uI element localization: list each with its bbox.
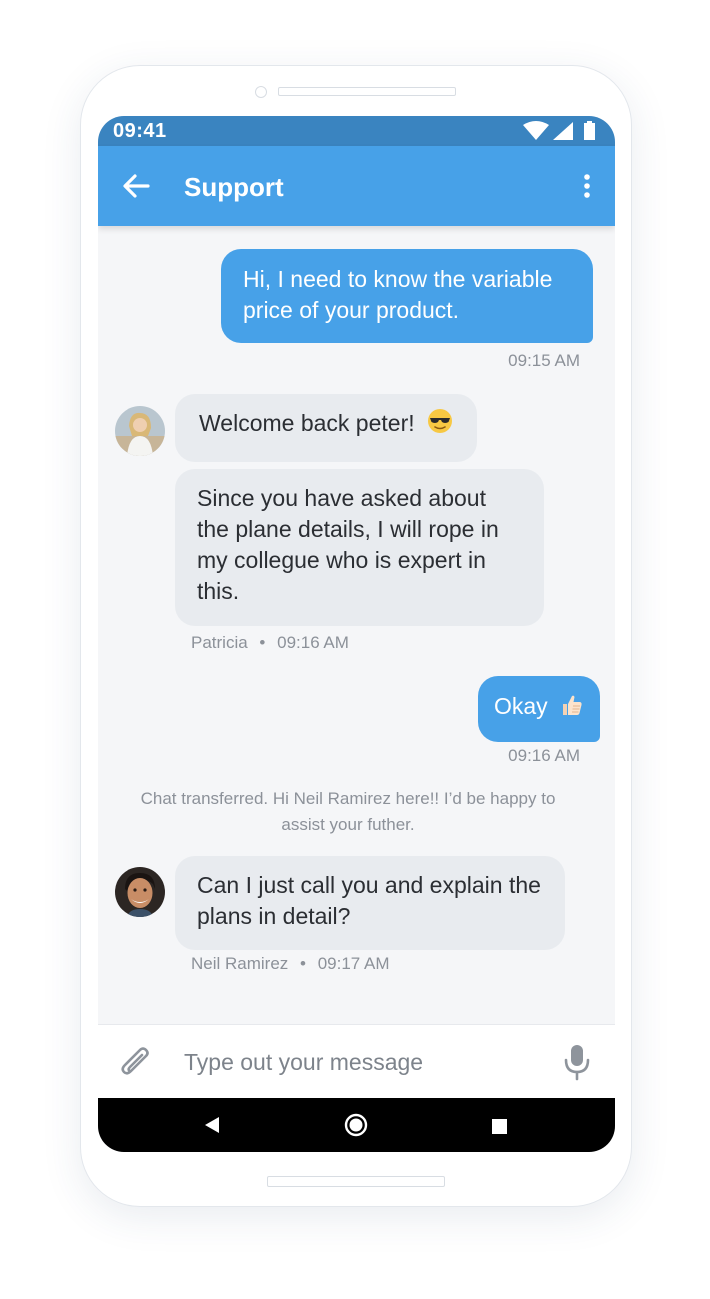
composer-bar — [98, 1024, 615, 1099]
message-time: 09:16 AM — [508, 746, 580, 766]
microphone-button[interactable] — [563, 1043, 591, 1083]
message-text: Hi, I need to know the variable price of… — [243, 266, 553, 323]
system-message-text: Chat transferred. Hi Neil Ramirez here!!… — [140, 789, 556, 834]
meta-separator: • — [259, 633, 266, 652]
sender-name: Patricia — [191, 633, 248, 652]
sunglasses-emoji-icon — [427, 408, 453, 442]
more-vertical-icon — [584, 174, 590, 198]
incoming-message[interactable]: Can I just call you and explain the plan… — [175, 856, 565, 950]
nav-home-icon[interactable] — [344, 1113, 368, 1137]
outgoing-message[interactable]: Hi, I need to know the variable price of… — [221, 249, 593, 343]
attach-button[interactable] — [118, 1043, 154, 1081]
avatar-neil-ramirez[interactable] — [115, 867, 165, 917]
status-icons-svg — [523, 121, 595, 140]
outgoing-message[interactable]: Okay — [478, 676, 601, 742]
message-text: Welcome back peter! — [199, 410, 415, 436]
paperclip-icon — [121, 1047, 149, 1075]
chat-area: Hi, I need to know the variable price of… — [98, 226, 615, 1024]
time-label: 09:16 AM — [277, 633, 349, 652]
patricia-photo — [115, 406, 165, 456]
message-text: Can I just call you and explain the plan… — [197, 872, 541, 929]
arrow-left-icon — [123, 174, 150, 198]
back-button[interactable] — [120, 172, 152, 200]
phone-frame: 09:41 Support Hi, I need to know the var… — [80, 65, 632, 1207]
hardware-home-indicator — [267, 1176, 445, 1187]
app-bar: Support — [98, 146, 615, 226]
message-text: Okay — [494, 693, 548, 719]
more-options-button[interactable] — [577, 172, 597, 202]
neil-photo — [115, 867, 165, 917]
thumbs-up-emoji-icon — [560, 693, 584, 725]
screen: 09:41 Support Hi, I need to know the var… — [98, 116, 615, 1152]
message-text: Since you have asked about the plane det… — [197, 485, 499, 604]
incoming-message[interactable]: Since you have asked about the plane det… — [175, 469, 544, 626]
android-nav-bar — [98, 1098, 615, 1152]
camera — [255, 86, 267, 98]
status-time: 09:41 — [113, 120, 167, 142]
chat-transfer-notice: Chat transferred. Hi Neil Ramirez here!!… — [138, 786, 558, 838]
time-label: 09:17 AM — [317, 954, 390, 973]
status-icons — [521, 120, 601, 147]
time-label: 09:15 AM — [508, 351, 580, 370]
incoming-message[interactable]: Welcome back peter! — [175, 394, 478, 462]
avatar-patricia[interactable] — [115, 406, 165, 456]
message-input[interactable] — [182, 1041, 546, 1083]
message-meta: Neil Ramirez • 09:17 AM — [191, 954, 390, 974]
wifi-icon — [523, 121, 549, 140]
page-title: Support — [184, 172, 284, 202]
message-meta: Patricia • 09:16 AM — [191, 633, 349, 653]
battery-icon — [584, 123, 595, 140]
nav-recent-apps-icon[interactable] — [492, 1119, 507, 1134]
sender-name: Neil Ramirez — [191, 954, 289, 973]
status-bar: 09:41 — [98, 116, 615, 146]
microphone-icon — [564, 1045, 590, 1081]
time-label: 09:16 AM — [508, 746, 580, 765]
speaker — [278, 87, 456, 96]
nav-back-icon[interactable] — [204, 1116, 220, 1134]
message-time: 09:15 AM — [508, 351, 580, 371]
signal-icon — [553, 122, 573, 140]
meta-separator: • — [300, 954, 306, 973]
